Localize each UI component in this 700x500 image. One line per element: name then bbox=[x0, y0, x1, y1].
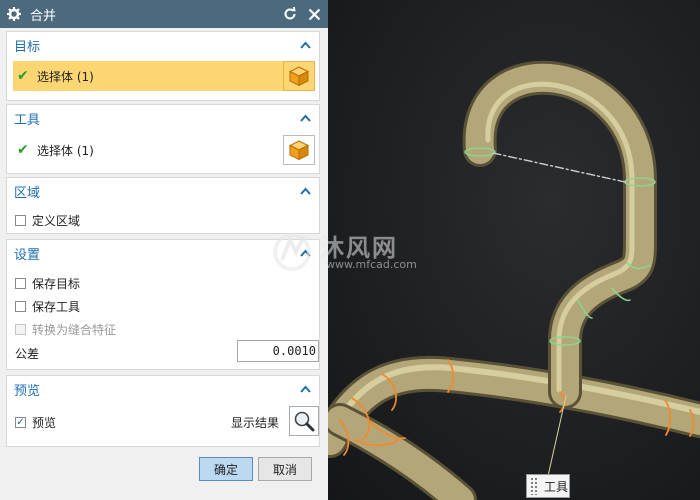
tool-tag[interactable]: 工具 bbox=[526, 474, 570, 498]
merge-dialog: 合并 目标 ✔ 选择体 (1) 工具 ✔ 选择体 (1) 区域 定义区域 设置 … bbox=[0, 0, 328, 500]
show-result-label: 显示结果 bbox=[231, 416, 280, 430]
pipe-model[interactable] bbox=[328, 0, 700, 500]
target-panel: 目标 ✔ 选择体 (1) bbox=[6, 31, 320, 101]
magnifier-icon bbox=[294, 411, 315, 432]
tool-panel: 工具 ✔ 选择体 (1) bbox=[6, 104, 320, 174]
tool-select-label: 选择体 (1) bbox=[37, 143, 94, 158]
preview-checkbox[interactable]: ✓ bbox=[15, 417, 26, 428]
keep-tool-option[interactable]: 保存工具 bbox=[15, 298, 80, 315]
chevron-up-icon[interactable] bbox=[298, 382, 312, 396]
define-region-label: 定义区域 bbox=[32, 214, 81, 228]
preview-panel: 预览 ✓ 预览 显示结果 bbox=[6, 375, 320, 447]
region-panel-header[interactable]: 区域 bbox=[7, 178, 319, 204]
keep-target-option[interactable]: 保存目标 bbox=[15, 275, 80, 292]
ok-button[interactable]: 确定 bbox=[199, 457, 253, 481]
tool-tag-label: 工具 bbox=[544, 479, 569, 494]
settings-panel: 设置 保存目标 保存工具 转换为缝合特征 公差 0.0010 bbox=[6, 239, 320, 370]
checkmark-icon: ✔ bbox=[17, 142, 29, 158]
graphics-viewport[interactable]: 沐风网 www.mfcad.com bbox=[273, 0, 700, 500]
cancel-button[interactable]: 取消 bbox=[258, 457, 312, 481]
cube-icon bbox=[288, 140, 310, 161]
target-panel-header[interactable]: 目标 bbox=[7, 32, 319, 58]
target-select-label: 选择体 (1) bbox=[37, 69, 94, 84]
target-heading: 目标 bbox=[14, 39, 41, 55]
preview-label: 预览 bbox=[32, 416, 57, 430]
tool-select-body[interactable]: ✔ 选择体 (1) bbox=[13, 135, 283, 165]
preview-heading: 预览 bbox=[14, 383, 41, 399]
settings-panel-header[interactable]: 设置 bbox=[7, 240, 319, 266]
tolerance-row: 公差 bbox=[15, 345, 39, 362]
tool-heading: 工具 bbox=[14, 112, 41, 128]
keep-target-checkbox[interactable] bbox=[15, 278, 26, 289]
define-region-option[interactable]: 定义区域 bbox=[15, 212, 80, 229]
show-result-button[interactable] bbox=[289, 406, 319, 436]
tool-panel-header[interactable]: 工具 bbox=[7, 105, 319, 131]
cube-icon bbox=[288, 66, 310, 87]
convert-to-sew-option: 转换为缝合特征 bbox=[15, 321, 116, 338]
keep-tool-label: 保存工具 bbox=[32, 300, 81, 314]
region-heading: 区域 bbox=[14, 185, 41, 201]
close-icon[interactable] bbox=[306, 6, 322, 22]
keep-target-label: 保存目标 bbox=[32, 277, 81, 291]
convert-to-sew-label: 转换为缝合特征 bbox=[32, 323, 117, 337]
chevron-up-icon[interactable] bbox=[298, 246, 312, 260]
define-region-checkbox[interactable] bbox=[15, 215, 26, 226]
chevron-up-icon[interactable] bbox=[298, 111, 312, 125]
preview-option[interactable]: ✓ 预览 bbox=[15, 414, 56, 431]
chevron-up-icon[interactable] bbox=[298, 38, 312, 52]
select-body-button[interactable] bbox=[283, 135, 315, 165]
dialog-titlebar: 合并 bbox=[0, 0, 328, 28]
target-select-body[interactable]: ✔ 选择体 (1) bbox=[13, 61, 283, 91]
drag-handle-icon[interactable] bbox=[530, 477, 538, 495]
chevron-up-icon[interactable] bbox=[298, 184, 312, 198]
preview-panel-header[interactable]: 预览 bbox=[7, 376, 319, 402]
dialog-title: 合并 bbox=[30, 8, 57, 24]
region-panel: 区域 定义区域 bbox=[6, 177, 320, 234]
keep-tool-checkbox[interactable] bbox=[15, 301, 26, 312]
reset-icon[interactable] bbox=[282, 6, 298, 22]
checkmark-icon: ✔ bbox=[17, 68, 29, 84]
tolerance-label: 公差 bbox=[15, 347, 40, 361]
gear-icon[interactable] bbox=[6, 6, 22, 22]
tolerance-input[interactable]: 0.0010 bbox=[237, 340, 319, 362]
select-body-button[interactable] bbox=[283, 61, 315, 91]
convert-to-sew-checkbox bbox=[15, 324, 26, 335]
settings-heading: 设置 bbox=[14, 247, 41, 263]
